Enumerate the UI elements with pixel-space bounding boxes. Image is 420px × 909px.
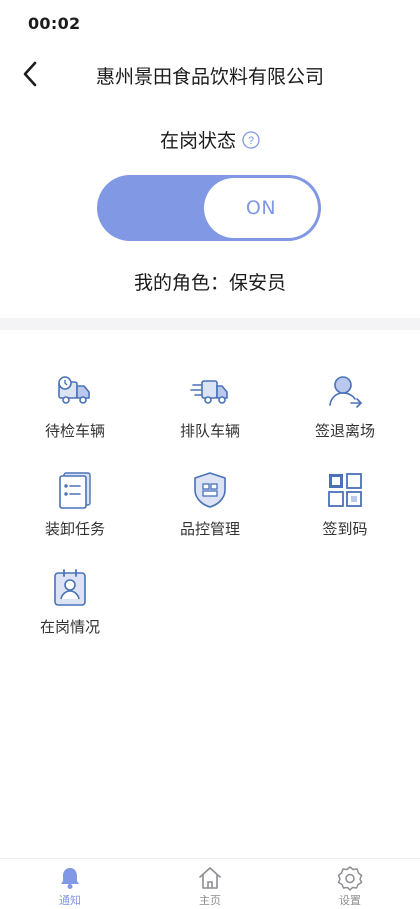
- tab-home[interactable]: 主页: [140, 865, 280, 908]
- shield-grid-icon: [194, 472, 226, 508]
- menu-item-duty-status[interactable]: 在岗情况: [0, 568, 140, 658]
- duty-status-label: 在岗状态: [159, 130, 236, 152]
- task-list-icon: [59, 472, 91, 509]
- menu-label: 排队车辆: [179, 422, 240, 440]
- bell-icon: [61, 868, 79, 889]
- gear-icon: [337, 866, 363, 891]
- tab-label: 设置: [339, 894, 361, 907]
- nav-bar: 惠州景田食品饮料有限公司: [0, 48, 420, 100]
- menu-label: 待检车辆: [44, 422, 105, 440]
- status-bar: 00:02: [0, 0, 420, 48]
- menu-label: 在岗情况: [39, 618, 100, 636]
- menu-item-sign-out-leave[interactable]: 签退离场: [275, 372, 415, 462]
- tab-bar: 通知 主页 设置: [0, 858, 420, 909]
- menu-item-checkin-code[interactable]: 签到码: [275, 470, 415, 560]
- badge-user-icon: [54, 569, 86, 606]
- duty-section: 在岗状态 ? ON 我的角色：保安员: [0, 100, 420, 318]
- user-exit-icon: [329, 376, 362, 408]
- page-title: 惠州景田食品饮料有限公司: [95, 66, 324, 88]
- svg-text:?: ?: [248, 135, 254, 147]
- section-divider: [0, 318, 420, 330]
- role-text: 我的角色：保安员: [133, 272, 286, 294]
- tab-label: 主页: [199, 894, 221, 907]
- qr-code-icon: [328, 473, 362, 507]
- toggle-knob: ON: [204, 178, 318, 238]
- menu-label: 装卸任务: [44, 520, 105, 538]
- menu-label: 签退离场: [314, 422, 375, 440]
- menu-item-pending-vehicles[interactable]: 待检车辆: [5, 372, 145, 462]
- duty-toggle[interactable]: ON: [97, 175, 321, 241]
- menu-label: 签到码: [322, 520, 368, 538]
- help-icon[interactable]: ?: [242, 130, 260, 149]
- menu-item-queue-vehicles[interactable]: 排队车辆: [140, 372, 280, 462]
- truck-fast-icon: [190, 380, 228, 404]
- tab-label: 通知: [59, 894, 81, 907]
- menu-label: 品控管理: [179, 520, 240, 538]
- page: 00:02 惠州景田食品饮料有限公司 在岗状态 ? ON 我的角色：保安员 待检…: [0, 0, 420, 909]
- tab-notifications[interactable]: 通知: [0, 865, 140, 908]
- truck-clock-icon: [58, 376, 90, 404]
- status-time: 00:02: [28, 14, 81, 33]
- duty-label-row: 在岗状态 ?: [0, 126, 420, 153]
- home-icon: [199, 867, 221, 889]
- tab-settings[interactable]: 设置: [280, 865, 420, 908]
- toggle-state-text: ON: [245, 197, 277, 219]
- menu-item-quality-control[interactable]: 品控管理: [140, 470, 280, 560]
- menu-item-loading-tasks[interactable]: 装卸任务: [5, 470, 145, 560]
